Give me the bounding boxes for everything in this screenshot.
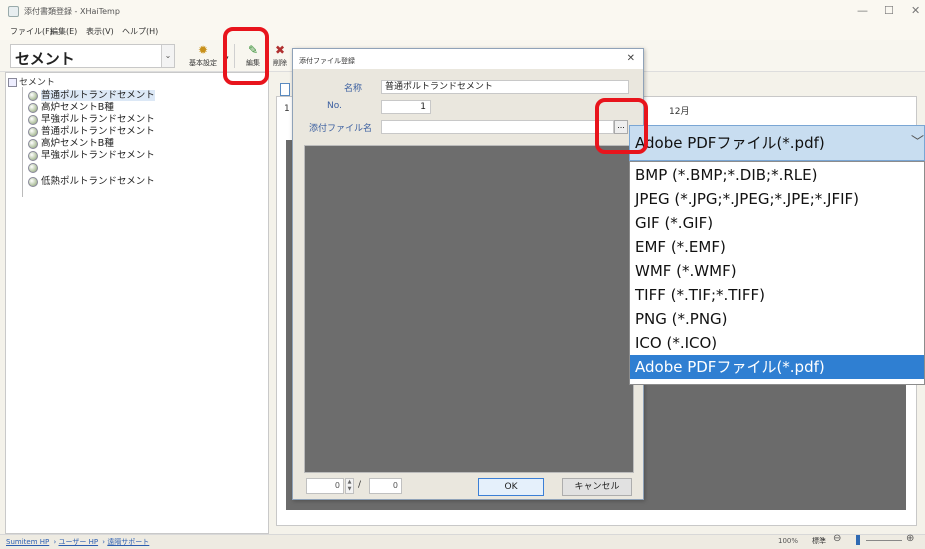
ok-button[interactable]: OK (478, 478, 544, 496)
zoom-slider-track[interactable] (866, 540, 902, 541)
file-type-option[interactable]: WMF (*.WMF) (630, 259, 924, 283)
tree-item-label: 低熱ポルトランドセメント (41, 176, 155, 187)
file-type-option[interactable]: PNG (*.PNG) (630, 307, 924, 331)
tree-item[interactable]: 早強ポルトランドセメント (28, 114, 155, 126)
tree-item-label: 高炉セメントB種 (41, 138, 114, 149)
tree-item[interactable]: 高炉セメントB種 (28, 138, 114, 150)
tree-item-label: 普通ポルトランドセメント (41, 90, 155, 101)
delete-icon: ✖ (274, 43, 286, 57)
chevron-down-icon[interactable]: ﹀ (911, 126, 924, 160)
page-total-input: 0 (369, 478, 402, 494)
month-label: 12月 (669, 107, 690, 117)
basic-settings-label: 基本設定 (189, 59, 217, 67)
tree-root[interactable]: セメント (8, 75, 55, 88)
cement-icon (28, 138, 38, 149)
file-name-field[interactable] (381, 120, 614, 134)
edit-highlight-callout (223, 27, 269, 85)
cement-icon (28, 162, 38, 173)
link-user-hp[interactable]: ユーザー HP (58, 538, 98, 546)
name-field[interactable]: 普通ポルトランドセメント (381, 80, 629, 94)
file-type-selected-value: Adobe PDFファイル(*.pdf) (635, 134, 825, 152)
tree-item[interactable] (28, 162, 41, 174)
tree-panel: セメント 普通ポルトランドセメント 高炉セメントB種 早強ポルトランドセメント … (5, 72, 269, 534)
close-window-button[interactable]: ✕ (911, 4, 920, 17)
page-separator: / (358, 480, 362, 490)
tree-item[interactable]: 普通ポルトランドセメント (28, 126, 155, 138)
close-icon[interactable]: ✕ (627, 53, 635, 64)
tree-item[interactable]: 高炉セメントB種 (28, 102, 114, 114)
file-type-option[interactable]: TIFF (*.TIF;*.TIFF) (630, 283, 924, 307)
tree-item-label: 普通ポルトランドセメント (41, 126, 155, 137)
folder-icon (8, 78, 17, 87)
menu-help[interactable]: ヘルプ(H) (122, 26, 158, 37)
file-type-select[interactable]: Adobe PDFファイル(*.pdf) ﹀ (629, 125, 925, 161)
status-links: Sumitem HP › ユーザー HP › 遠隔サポート (6, 538, 150, 546)
menu-edit[interactable]: 編集(E) (50, 26, 77, 37)
chevron-down-icon[interactable]: ⌄ (161, 45, 174, 67)
file-type-options: BMP (*.BMP;*.DIB;*.RLE) JPEG (*.JPG;*.JP… (629, 161, 925, 385)
no-field[interactable]: 1 (381, 100, 431, 114)
cement-icon (28, 126, 38, 137)
file-type-dropdown: Adobe PDFファイル(*.pdf) ﹀ BMP (*.BMP;*.DIB;… (629, 125, 925, 385)
minimize-button[interactable]: — (857, 4, 868, 17)
tree-item[interactable]: 早強ポルトランドセメント (28, 150, 155, 162)
delete-button[interactable]: ✖ 削除 (270, 42, 290, 72)
tree-connector (22, 87, 23, 197)
zoom-level: 100% (778, 537, 799, 545)
page-current-input[interactable]: 0 (306, 478, 344, 494)
tree-item-label: 高炉セメントB種 (41, 102, 114, 113)
cement-icon (28, 90, 38, 101)
file-type-option[interactable]: GIF (*.GIF) (630, 211, 924, 235)
file-type-option[interactable]: BMP (*.BMP;*.DIB;*.RLE) (630, 163, 924, 187)
page-spinner[interactable]: ▲ ▼ (345, 478, 354, 494)
file-type-option[interactable]: Adobe PDFファイル(*.pdf) (630, 355, 924, 379)
zoom-mode: 標準 (812, 537, 826, 545)
link-remote-support[interactable]: 遠隔サポート (107, 538, 149, 546)
file-name-label: 添付ファイル名 (308, 124, 372, 134)
zoom-slider-thumb[interactable] (856, 535, 860, 545)
window-title: 添付書類登録 - XHaiTemp (24, 7, 120, 16)
maximize-button[interactable]: ☐ (884, 4, 894, 17)
file-preview (304, 145, 634, 473)
cement-icon (28, 176, 38, 187)
row-label: 1 (284, 104, 290, 114)
zoom-in-icon[interactable]: ⊕ (906, 533, 914, 544)
menu-bar: ファイル(F) 編集(E) 表示(V) ヘルプ(H) (0, 24, 925, 40)
no-label: No. (327, 101, 342, 111)
cement-icon (28, 102, 38, 113)
app-window: 添付書類登録 - XHaiTemp — ☐ ✕ ファイル(F) 編集(E) 表示… (0, 0, 925, 549)
tree-item-label: 早強ポルトランドセメント (41, 114, 155, 125)
tree-item[interactable]: 低熱ポルトランドセメント (28, 176, 155, 188)
tree-item-label: 早強ポルトランドセメント (41, 150, 155, 161)
cement-icon (28, 114, 38, 125)
file-type-option[interactable]: ICO (*.ICO) (630, 331, 924, 355)
view-tab[interactable] (280, 83, 290, 96)
cancel-button[interactable]: キャンセル (562, 478, 632, 496)
category-combo[interactable]: セメント ⌄ (10, 44, 175, 68)
basic-settings-button[interactable]: ✹ 基本設定 (184, 42, 222, 72)
delete-label: 削除 (273, 59, 287, 67)
dialog-title: 添付ファイル登録 (299, 57, 355, 65)
title-bar: 添付書類登録 - XHaiTemp — ☐ ✕ (0, 0, 925, 24)
browse-highlight-callout (595, 98, 648, 154)
link-sumitem-hp[interactable]: Sumitem HP (6, 538, 49, 546)
zoom-out-icon[interactable]: ⊖ (833, 533, 841, 544)
tree-root-label: セメント (19, 78, 55, 88)
cement-icon (28, 150, 38, 161)
file-type-option[interactable]: EMF (*.EMF) (630, 235, 924, 259)
menu-view[interactable]: 表示(V) (86, 26, 114, 37)
file-type-option[interactable]: JPEG (*.JPG;*.JPEG;*.JPE;*.JFIF) (630, 187, 924, 211)
gear-icon: ✹ (197, 43, 209, 57)
category-value: セメント (15, 50, 75, 68)
tree-item[interactable]: 普通ポルトランドセメント (28, 90, 155, 102)
name-label: 名称 (343, 84, 362, 94)
app-icon (8, 6, 19, 17)
menu-file[interactable]: ファイル(F) (10, 26, 53, 37)
